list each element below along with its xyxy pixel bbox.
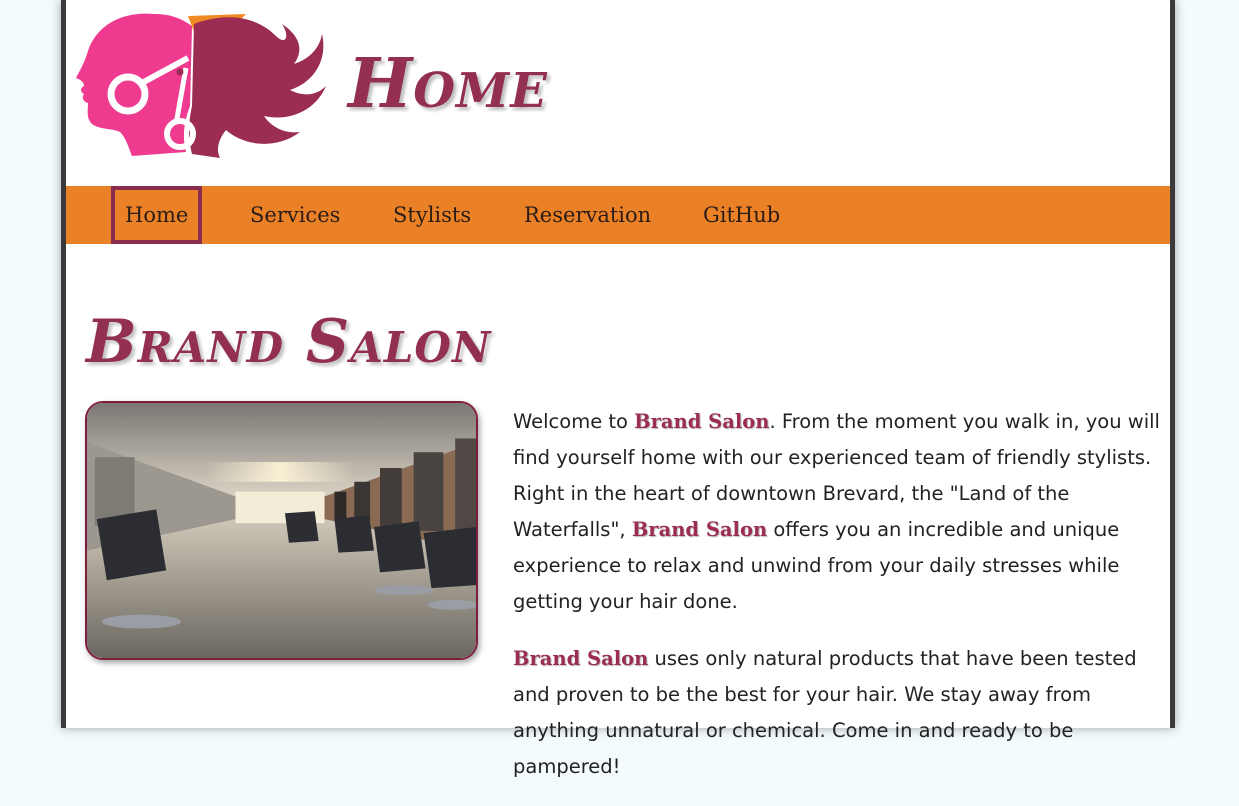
page-header-title: Home <box>348 44 548 124</box>
brand-name: Brand Salon <box>513 647 649 670</box>
intro-text-1: Welcome to <box>513 410 635 433</box>
salon-interior-image <box>85 401 478 660</box>
nav-item-github[interactable]: GitHub <box>703 186 780 244</box>
intro-content: Welcome to Brand Salon. From the moment … <box>513 404 1163 806</box>
nav-item-services[interactable]: Services <box>250 186 340 244</box>
brand-name: Brand Salon <box>634 410 770 433</box>
nav-item-home[interactable]: Home <box>111 186 203 244</box>
products-paragraph: Brand Salon uses only natural products t… <box>513 641 1163 785</box>
nav-item-stylists[interactable]: Stylists <box>393 186 471 244</box>
intro-paragraph: Welcome to Brand Salon. From the moment … <box>513 404 1163 620</box>
salon-logo <box>76 13 326 158</box>
section-title: Brand Salon <box>86 307 492 377</box>
page-container: Home Home Services Stylists Reservation … <box>61 0 1175 778</box>
main-navbar: Home Services Stylists Reservation GitHu… <box>66 186 1170 244</box>
brand-name: Brand Salon <box>631 518 768 541</box>
nav-item-reservation[interactable]: Reservation <box>524 186 651 244</box>
